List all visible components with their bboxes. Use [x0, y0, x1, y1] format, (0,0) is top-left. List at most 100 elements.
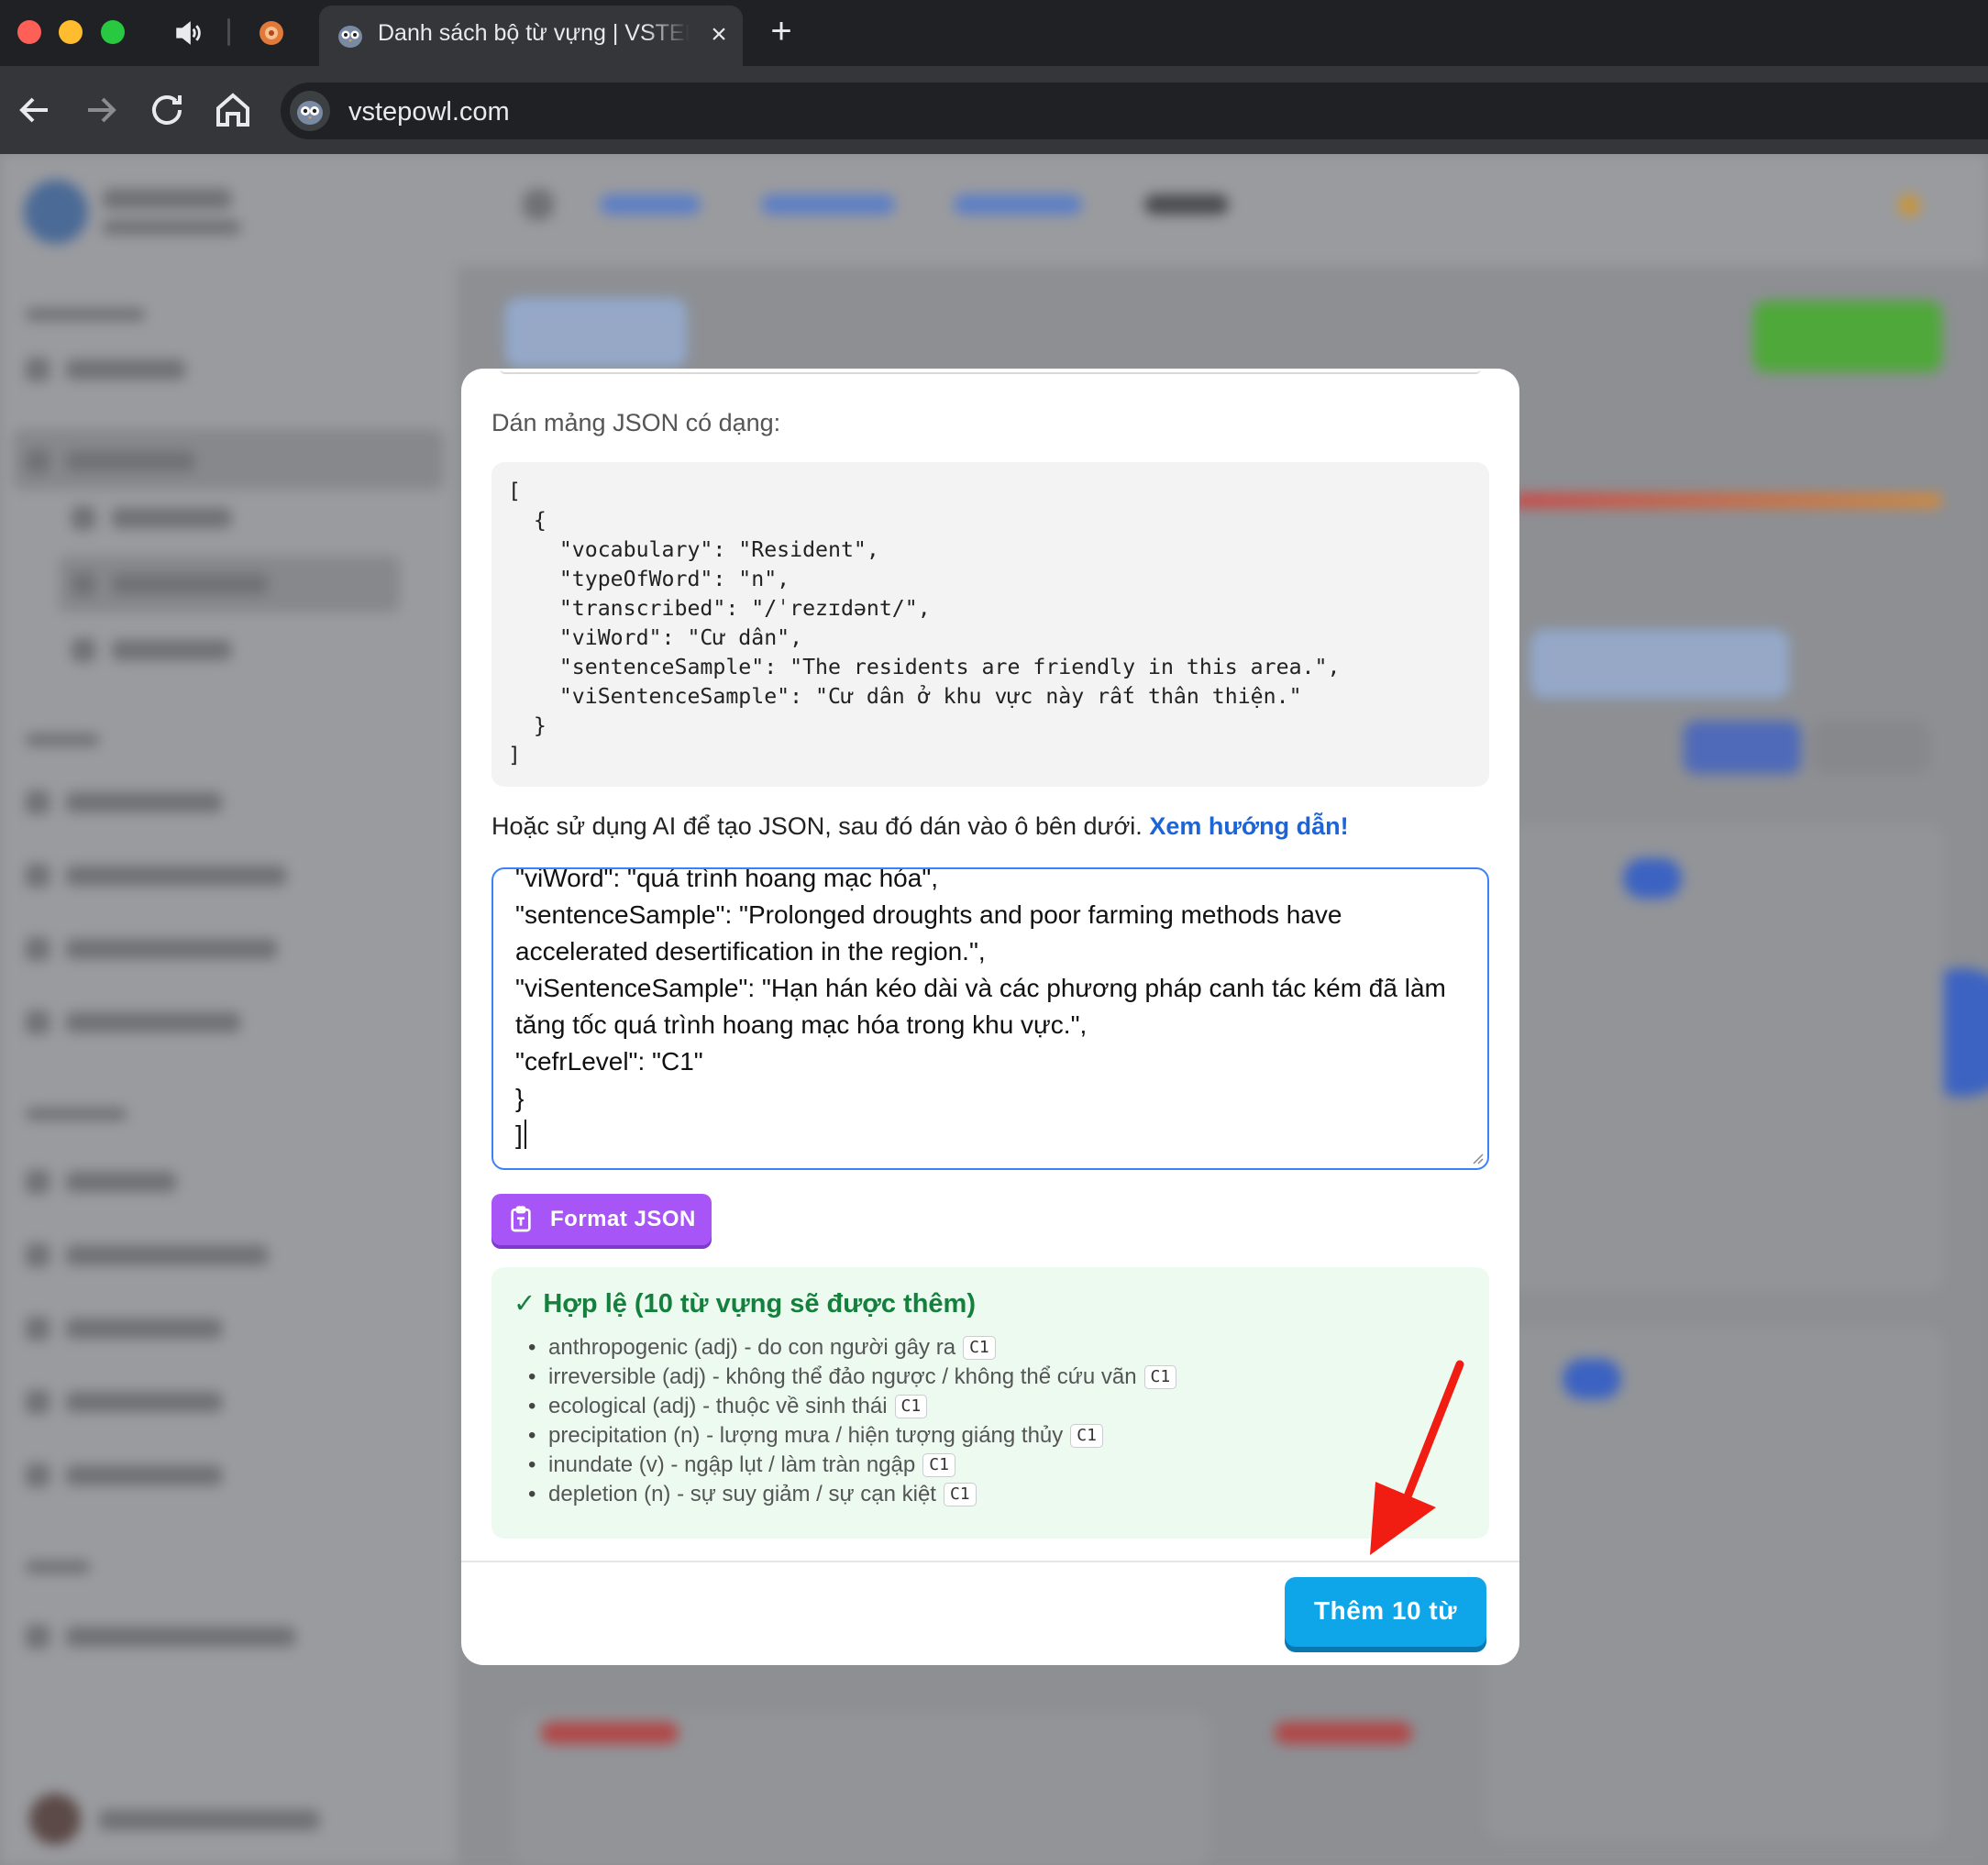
format-json-label: Format JSON	[550, 1207, 696, 1231]
new-tab-button[interactable]: +	[763, 13, 800, 50]
close-window-button[interactable]	[17, 20, 41, 44]
toggle-decor	[1812, 721, 1929, 774]
sidebar-decor	[66, 1245, 268, 1265]
text-caret	[524, 1120, 526, 1149]
paste-json-label: Dán mảng JSON có dạng:	[491, 409, 781, 436]
list-item: inundate (v) - ngập lụt / làm tràn ngậpC…	[528, 1451, 1176, 1480]
card-decor	[1485, 823, 1944, 1291]
home-icon[interactable]	[211, 88, 255, 132]
active-tab[interactable]: Danh sách bộ từ vựng | VSTEP Owl ×	[319, 6, 743, 66]
list-item: depletion (n) - sự suy giảm / sự cạn kiệ…	[528, 1480, 1176, 1509]
breadcrumb-decor	[1144, 194, 1229, 215]
sidebar-background	[0, 154, 457, 1865]
green-button-decor	[1753, 301, 1942, 372]
validation-title: ✓ Hợp lệ (10 từ vựng sẽ được thêm)	[514, 1289, 977, 1319]
red-arrow-annotation-icon	[1370, 1360, 1464, 1555]
cefr-badge: C1	[1070, 1424, 1103, 1448]
sidebar-decor	[66, 939, 277, 959]
sidebar-decor	[26, 1108, 127, 1120]
owl-favicon-icon	[334, 18, 367, 51]
url-text: vstepowl.com	[348, 97, 510, 127]
pinned-tab-favicon-icon[interactable]	[255, 17, 288, 50]
breadcrumb-decor	[600, 194, 701, 215]
breadcrumb-decor	[761, 194, 895, 215]
menu-icon	[523, 189, 554, 220]
tag-decor	[541, 1722, 679, 1744]
cefr-badge: C1	[1143, 1365, 1177, 1389]
word-text: depletion (n) - sự suy giảm / sự cạn kiệ…	[548, 1482, 936, 1506]
clipboard-icon	[511, 1206, 531, 1232]
validation-result: ✓ Hợp lệ (10 từ vựng sẽ được thêm) anthr…	[491, 1267, 1489, 1539]
sidebar-decor	[112, 508, 231, 528]
sidebar-decor	[112, 574, 268, 594]
sidebar-decor	[26, 734, 99, 746]
sidebar-decor	[66, 1172, 176, 1192]
sidebar-decor	[72, 572, 95, 596]
cefr-badge: C1	[963, 1336, 996, 1360]
sidebar-decor	[66, 359, 185, 380]
format-json-button[interactable]: Format JSON	[491, 1194, 712, 1245]
sidebar-decor	[26, 1561, 90, 1573]
notification-dot	[1898, 194, 1920, 216]
resize-handle-icon[interactable]	[1471, 1152, 1484, 1164]
list-item: precipitation (n) - lượng mưa / hiện tượ…	[528, 1421, 1176, 1451]
list-item: ecological (adj) - thuộc về sinh thái C1	[528, 1392, 1176, 1421]
reload-icon[interactable]	[145, 88, 189, 132]
sidebar-decor	[26, 790, 50, 814]
sidebar-decor	[112, 640, 231, 660]
word-text: ecological (adj) - thuộc về sinh thái	[548, 1394, 888, 1418]
guide-link[interactable]: Xem hướng dẫn!	[1149, 812, 1348, 840]
ai-hint-text: Hoặc sử dụng AI để tạo JSON, sau đó dán …	[491, 812, 1349, 841]
sidebar-decor	[103, 189, 231, 209]
word-text: irreversible (adj) - không thể đảo ngược…	[548, 1364, 1137, 1389]
avatar	[29, 1793, 81, 1845]
sidebar-decor	[99, 1810, 319, 1830]
tab-close-icon[interactable]: ×	[702, 18, 735, 51]
sidebar-decor	[66, 1319, 222, 1339]
back-button-decor	[506, 299, 686, 367]
add-vocab-decor	[1531, 631, 1788, 697]
badge-decor	[1563, 1359, 1621, 1399]
speaker-icon[interactable]	[172, 17, 204, 49]
list-item: irreversible (adj) - không thể đảo ngược…	[528, 1363, 1177, 1392]
ai-hint-label: Hoặc sử dụng AI để tạo JSON, sau đó dán …	[491, 812, 1143, 840]
word-text: inundate (v) - ngập lụt / làm tràn ngập	[548, 1452, 916, 1477]
sidebar-decor	[72, 506, 95, 530]
site-info-icon[interactable]	[290, 91, 330, 131]
back-arrow-icon[interactable]	[13, 88, 57, 132]
json-textarea[interactable]: "viWord": "quá trình hoang mạc hóa", "se…	[491, 867, 1489, 1170]
sidebar-decor	[26, 449, 50, 473]
valid-word-list: anthropogenic (adj) - do con người gây r…	[528, 1333, 1177, 1509]
progress-decor	[1513, 493, 1942, 508]
add-words-button[interactable]: Thêm 10 từ	[1285, 1577, 1486, 1647]
word-text: anthropogenic (adj) - do con người gây r…	[548, 1335, 956, 1360]
card-decor	[1485, 1328, 1944, 1841]
sidebar-decor	[26, 308, 145, 321]
sidebar-decor	[66, 1392, 222, 1412]
sidebar-decor	[66, 866, 286, 886]
cefr-badge: C1	[943, 1483, 977, 1506]
sidebar-decor	[26, 937, 50, 961]
list-item: anthropogenic (adj) - do con người gây r…	[528, 1333, 1176, 1363]
forward-arrow-icon[interactable]	[79, 88, 123, 132]
breadcrumb-decor	[954, 194, 1082, 215]
sidebar-decor	[66, 792, 222, 812]
word-text: precipitation (n) - lượng mưa / hiện tượ…	[548, 1423, 1064, 1448]
maximize-window-button[interactable]	[101, 20, 125, 44]
badge-decor	[1623, 858, 1682, 899]
address-bar[interactable]: vstepowl.com	[281, 83, 1988, 139]
sample-json-code: [ { "vocabulary": "Resident", "typeOfWor…	[508, 479, 1341, 767]
modal-scroll-edge	[500, 369, 1481, 374]
tab-separator	[227, 18, 230, 46]
browser-toolbar: vstepowl.com	[0, 66, 1988, 154]
sidebar-decor	[26, 358, 50, 381]
sidebar-decor	[26, 1243, 50, 1267]
minimize-window-button[interactable]	[59, 20, 83, 44]
sidebar-decor	[26, 1625, 50, 1649]
logo-icon	[24, 180, 88, 244]
sidebar-decor	[66, 451, 194, 471]
tab-title: Danh sách bộ từ vựng | VSTEP Owl	[378, 20, 690, 46]
sidebar-decor	[66, 1627, 295, 1647]
sidebar-decor	[26, 1317, 50, 1341]
browser-tab-bar: Danh sách bộ từ vựng | VSTEP Owl × +	[0, 0, 1988, 66]
